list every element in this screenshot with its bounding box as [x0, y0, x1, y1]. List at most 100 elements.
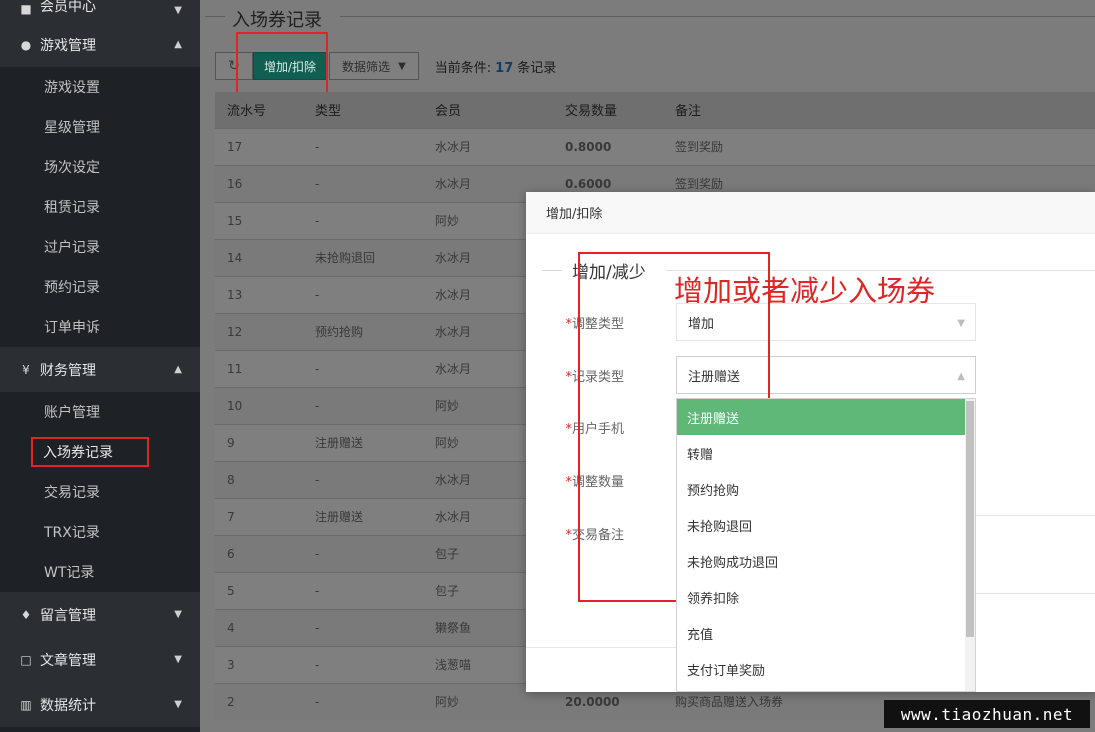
user-icon: ■ — [20, 2, 32, 16]
type-cell: - — [303, 645, 423, 683]
divider — [526, 647, 676, 648]
chevron-down-icon: ▼ — [174, 5, 182, 16]
dropdown-option[interactable]: 预约抢购 — [677, 471, 975, 507]
divider — [205, 16, 225, 17]
serial-cell: 7 — [215, 497, 303, 535]
remark-cell: 签到奖励 — [663, 127, 1095, 165]
sidebar-item-game-settings[interactable]: 游戏设置 — [0, 67, 200, 107]
sidebar-item-trx-records[interactable]: TRX记录 — [0, 512, 200, 552]
sidebar-item-ticket-records[interactable]: 入场券记录 — [0, 432, 200, 472]
gamepad-icon: ● — [20, 37, 32, 52]
data-filter-button[interactable]: 数据筛选 ▼ — [329, 52, 419, 80]
type-cell: 注册赠送 — [303, 423, 423, 461]
dropdown-option[interactable]: 领养扣除 — [677, 579, 975, 615]
type-cell: 未抢购退回 — [303, 238, 423, 276]
sidebar-item-trade-records[interactable]: 交易记录 — [0, 472, 200, 512]
serial-cell: 6 — [215, 534, 303, 572]
dropdown-option[interactable]: 支付订单奖励 — [677, 651, 975, 687]
add-deduct-dialog: 增加/扣除 增加/减少 增加或者减少入场券 *调整类型 增加 ▼ *记录类型 注… — [526, 192, 1095, 692]
type-cell: - — [303, 275, 423, 313]
caret-down-icon: ▼ — [957, 318, 965, 329]
sidebar-item-order-appeal[interactable]: 订单申诉 — [0, 307, 200, 347]
type-cell: - — [303, 682, 423, 720]
sidebar-item-star-level[interactable]: 星级管理 — [0, 107, 200, 147]
table-row: 17- 水冰月 0.8000 签到奖励 — [215, 127, 1095, 165]
sidebar-item-transfer[interactable]: 过户记录 — [0, 227, 200, 267]
serial-cell: 4 — [215, 608, 303, 646]
chevron-up-icon: ▲ — [174, 39, 182, 50]
sidebar-group-members[interactable]: ■ 会员中心 ▼ — [0, 0, 200, 22]
serial-cell: 10 — [215, 386, 303, 424]
sidebar-group-label: 游戏管理 — [40, 37, 96, 54]
serial-cell: 8 — [215, 460, 303, 498]
annotation-box-add — [236, 32, 328, 95]
type-cell: - — [303, 386, 423, 424]
type-cell: - — [303, 608, 423, 646]
divider — [542, 270, 562, 271]
sidebar-group-messages[interactable]: ♦ 留言管理 ▼ — [0, 592, 200, 637]
sidebar: ■ 会员中心 ▼ ● 游戏管理 ▲ 游戏设置 星级管理 场次设定 租赁记录 过户… — [0, 0, 200, 732]
bar-chart-icon: ▥ — [20, 697, 32, 712]
sidebar-item-sessions[interactable]: 场次设定 — [0, 147, 200, 187]
sidebar-group-finance[interactable]: ¥ 财务管理 ▲ — [0, 347, 200, 392]
yen-icon: ¥ — [22, 362, 30, 377]
sidebar-group-game[interactable]: ● 游戏管理 ▲ — [0, 22, 200, 67]
sidebar-item-reservation[interactable]: 预约记录 — [0, 267, 200, 307]
caret-down-icon: ▼ — [398, 60, 406, 72]
dropdown-option[interactable]: 转赠 — [677, 435, 975, 471]
quantity-cell: 0.8000 — [553, 127, 663, 165]
dropdown-option[interactable]: 充值 — [677, 615, 975, 651]
serial-cell: 11 — [215, 349, 303, 387]
serial-cell: 3 — [215, 645, 303, 683]
serial-cell: 17 — [215, 127, 303, 165]
highlight-box: 入场券记录 — [31, 437, 149, 467]
column-header[interactable]: 备注 — [663, 92, 1095, 128]
serial-cell: 15 — [215, 201, 303, 239]
member-link[interactable]: 水冰月 — [423, 127, 553, 165]
sidebar-group-label: 留言管理 — [40, 607, 96, 624]
type-cell: 预约抢购 — [303, 312, 423, 350]
type-cell: - — [303, 460, 423, 498]
chevron-down-icon: ▼ — [174, 699, 182, 710]
divider — [976, 515, 1095, 516]
scrollbar[interactable] — [965, 399, 975, 691]
type-cell: - — [303, 127, 423, 165]
sidebar-item-accounts[interactable]: 账户管理 — [0, 392, 200, 432]
sidebar-group-label: 文章管理 — [40, 652, 96, 669]
current-condition: 当前条件: 17 条记录 — [434, 60, 557, 76]
scrollbar-thumb[interactable] — [966, 401, 974, 637]
serial-cell: 5 — [215, 571, 303, 609]
column-header[interactable]: 流水号 — [215, 92, 303, 128]
serial-cell: 16 — [215, 164, 303, 202]
divider — [340, 16, 1095, 17]
dialog-title: 增加/扣除 — [526, 192, 1095, 234]
serial-cell: 14 — [215, 238, 303, 276]
dropdown-option[interactable]: 未抢购退回 — [677, 507, 975, 543]
caret-up-icon: ▲ — [957, 371, 965, 382]
type-cell: - — [303, 164, 423, 202]
divider — [976, 593, 1095, 594]
type-cell: 注册赠送 — [303, 497, 423, 535]
serial-cell: 12 — [215, 312, 303, 350]
sidebar-group-label: 数据统计 — [40, 697, 96, 714]
type-cell: - — [303, 571, 423, 609]
serial-cell: 2 — [215, 682, 303, 720]
record-type-dropdown: 注册赠送 转赠 预约抢购 未抢购退回 未抢购成功退回 领养扣除 充值 支付订单奖励 — [676, 398, 976, 692]
sidebar-group-statistics[interactable]: ▥ 数据统计 ▼ — [0, 682, 200, 727]
comments-icon: ♦ — [20, 607, 32, 622]
type-cell: - — [303, 534, 423, 572]
sidebar-group-label: 会员中心 — [40, 0, 96, 15]
dropdown-option[interactable]: 注册赠送 — [677, 399, 975, 435]
dropdown-option[interactable]: 未抢购成功退回 — [677, 543, 975, 579]
sidebar-item-wt-records[interactable]: WT记录 — [0, 552, 200, 592]
page-title: 入场券记录 — [232, 10, 322, 31]
serial-cell: 9 — [215, 423, 303, 461]
table-header-row: 流水号 类型 会员 交易数量 备注 — [215, 92, 1095, 128]
serial-cell: 13 — [215, 275, 303, 313]
chevron-down-icon: ▼ — [174, 654, 182, 665]
column-header[interactable]: 类型 — [303, 92, 423, 128]
column-header[interactable]: 会员 — [423, 92, 553, 128]
column-header[interactable]: 交易数量 — [553, 92, 663, 128]
sidebar-item-rental[interactable]: 租赁记录 — [0, 187, 200, 227]
sidebar-group-articles[interactable]: □ 文章管理 ▼ — [0, 637, 200, 682]
